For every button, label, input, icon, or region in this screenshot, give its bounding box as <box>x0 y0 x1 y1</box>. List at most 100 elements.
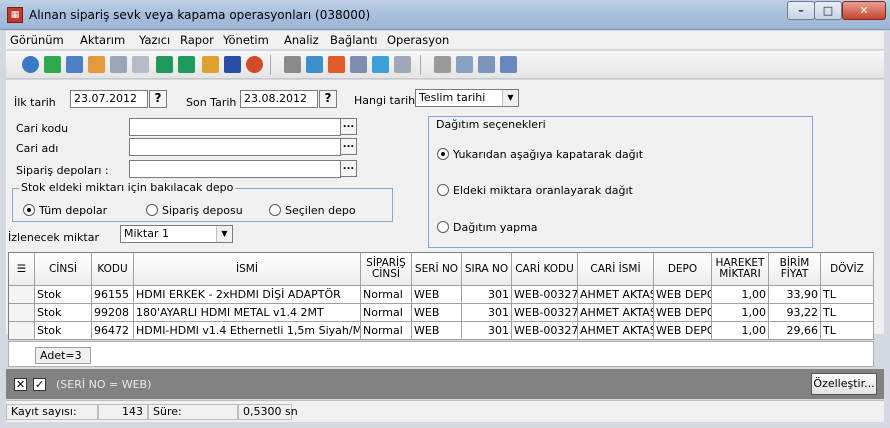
columns-icon[interactable] <box>350 56 367 73</box>
stock-all-label[interactable]: Tüm depolar <box>39 204 107 217</box>
stock-selected-depot-label[interactable]: Seçilen depo <box>285 204 356 217</box>
grid-icon[interactable] <box>88 56 105 73</box>
cari-adi-input[interactable] <box>129 138 341 156</box>
menu-yazici[interactable]: Yazıcı <box>139 33 170 47</box>
table-cell[interactable]: Stok <box>35 322 92 340</box>
column-header[interactable]: DÖVİZ <box>821 253 874 286</box>
menu-operasyon[interactable]: Operasyon <box>387 33 449 47</box>
export-icon[interactable] <box>500 56 517 73</box>
list-icon[interactable] <box>132 56 149 73</box>
table-cell[interactable]: 301 <box>462 304 512 322</box>
tree-icon[interactable] <box>110 56 127 73</box>
table-cell[interactable]: 33,90 <box>769 286 821 304</box>
first-date-help-button[interactable]: ? <box>149 90 167 108</box>
table-cell[interactable]: WEB DEPO <box>654 304 712 322</box>
distribution-top-down-label[interactable]: Yukarıdan aşağıya kapatarak dağıt <box>453 148 643 161</box>
zoom-icon[interactable] <box>478 56 495 73</box>
menu-yonetim[interactable]: Yönetim <box>223 33 269 47</box>
table-cell[interactable]: WEB <box>412 304 462 322</box>
menu-aktarim[interactable]: Aktarım <box>80 33 125 47</box>
table-cell[interactable]: 180'AYARLI HDMI METAL v1.4 2MT <box>134 304 361 322</box>
column-header[interactable]: CİNSİ <box>35 253 92 286</box>
table-cell[interactable]: WEB <box>412 286 462 304</box>
table-cell[interactable]: 93,22 <box>769 304 821 322</box>
first-date-field[interactable]: 23.07.2012 <box>70 90 148 108</box>
chevron-down-icon[interactable]: ▼ <box>216 226 232 242</box>
column-header[interactable]: BİRİM FİYAT <box>769 253 821 286</box>
column-header[interactable]: İSMİ <box>134 253 361 286</box>
table-row-icon[interactable] <box>66 56 83 73</box>
last-date-field[interactable]: 23.08.2012 <box>240 90 318 108</box>
table-cell[interactable]: TL <box>821 286 874 304</box>
column-header[interactable]: KODU <box>92 253 134 286</box>
table-cell[interactable]: 29,66 <box>769 322 821 340</box>
distribution-top-down-radio[interactable] <box>437 148 449 160</box>
table-cell[interactable]: AHMET AKTAŞ <box>578 304 654 322</box>
maximize-button[interactable]: □ <box>814 1 842 20</box>
cycle-icon[interactable] <box>246 56 263 73</box>
table-cell[interactable]: Normal <box>361 322 412 340</box>
depot-browse-button[interactable]: ... <box>340 160 357 177</box>
enable-filter-checkbox[interactable]: ✓ <box>33 378 46 391</box>
grid-menu-icon[interactable]: ☰ <box>9 253 35 286</box>
table-cell[interactable]: 1,00 <box>712 322 769 340</box>
calendar-icon[interactable] <box>328 56 345 73</box>
table-cell[interactable]: WEB DEPO <box>654 286 712 304</box>
menu-gorunum[interactable]: Görünüm <box>10 33 64 47</box>
stock-order-depot-label[interactable]: Sipariş deposu <box>162 204 243 217</box>
table-cell[interactable]: AHMET AKTAŞ <box>578 286 654 304</box>
which-date-dropdown[interactable]: Teslim tarihi ▼ <box>415 89 519 107</box>
edit-icon[interactable] <box>372 56 389 73</box>
table-cell[interactable]: 96472 <box>92 322 134 340</box>
table-cell[interactable]: HDMI-HDMI v1.4 Ethernetli 1,5m Siyah/Mav… <box>134 322 361 340</box>
customize-button[interactable]: Özelleştir... <box>811 373 877 395</box>
menu-baglanti[interactable]: Bağlantı <box>330 33 377 47</box>
row-selector[interactable] <box>9 304 35 322</box>
column-header[interactable]: CARİ İSMİ <box>578 253 654 286</box>
table-cell[interactable]: HDMI ERKEK - 2xHDMI DİŞİ ADAPTÖR <box>134 286 361 304</box>
chevron-down-icon[interactable]: ▼ <box>502 90 518 106</box>
table-cell[interactable]: TL <box>821 322 874 340</box>
minimize-button[interactable]: – <box>787 1 815 20</box>
close-button[interactable]: ✕ <box>842 1 886 20</box>
column-header[interactable]: HAREKET MİKTARI <box>712 253 769 286</box>
distribution-proportional-radio[interactable] <box>437 184 449 196</box>
filter-expression[interactable]: (SERİ NO = WEB) <box>56 378 151 391</box>
column-header[interactable]: SİPARİŞ CİNSİ <box>361 253 412 286</box>
table-cell[interactable]: Stok <box>35 304 92 322</box>
table-cell[interactable]: 1,00 <box>712 286 769 304</box>
cari-adi-browse-button[interactable]: ... <box>340 138 357 155</box>
tracked-qty-dropdown[interactable]: Miktar 1 ▼ <box>120 225 233 243</box>
grid-orange-icon[interactable] <box>202 56 219 73</box>
window-icon[interactable] <box>306 56 323 73</box>
menu-rapor[interactable]: Rapor <box>180 33 214 47</box>
last-date-help-button[interactable]: ? <box>319 90 337 108</box>
table-cell[interactable]: 301 <box>462 286 512 304</box>
table-cell[interactable]: WEB-003275 <box>512 304 578 322</box>
print-icon[interactable] <box>434 56 451 73</box>
table-cell[interactable]: TL <box>821 304 874 322</box>
distribution-none-label[interactable]: Dağıtım yapma <box>453 221 538 234</box>
print-preview-icon[interactable] <box>456 56 473 73</box>
cari-kodu-input[interactable] <box>129 118 341 136</box>
table-cell[interactable]: Normal <box>361 286 412 304</box>
attach-icon[interactable] <box>394 56 411 73</box>
table-cell[interactable]: WEB-003275 <box>512 322 578 340</box>
table-cell[interactable]: WEB DEPO <box>654 322 712 340</box>
clear-filter-icon[interactable]: ✕ <box>14 378 27 391</box>
column-header[interactable]: DEPO <box>654 253 712 286</box>
tool-icon[interactable] <box>284 56 301 73</box>
table-cell[interactable]: AHMET AKTAŞ <box>578 322 654 340</box>
table-cell[interactable]: WEB-003275 <box>512 286 578 304</box>
save-icon[interactable] <box>224 56 241 73</box>
column-header[interactable]: SERİ NO <box>412 253 462 286</box>
table-cell[interactable]: Normal <box>361 304 412 322</box>
distribution-none-radio[interactable] <box>437 221 449 233</box>
cari-kodu-browse-button[interactable]: ... <box>340 118 357 135</box>
arrow-right-green-icon[interactable] <box>156 56 173 73</box>
distribution-proportional-label[interactable]: Eldeki miktara oranlayarak dağıt <box>453 184 633 197</box>
depot-input[interactable] <box>129 160 341 178</box>
table-cell[interactable]: 99208 <box>92 304 134 322</box>
menu-analiz[interactable]: Analiz <box>284 33 319 47</box>
double-arrow-green-icon[interactable] <box>178 56 195 73</box>
